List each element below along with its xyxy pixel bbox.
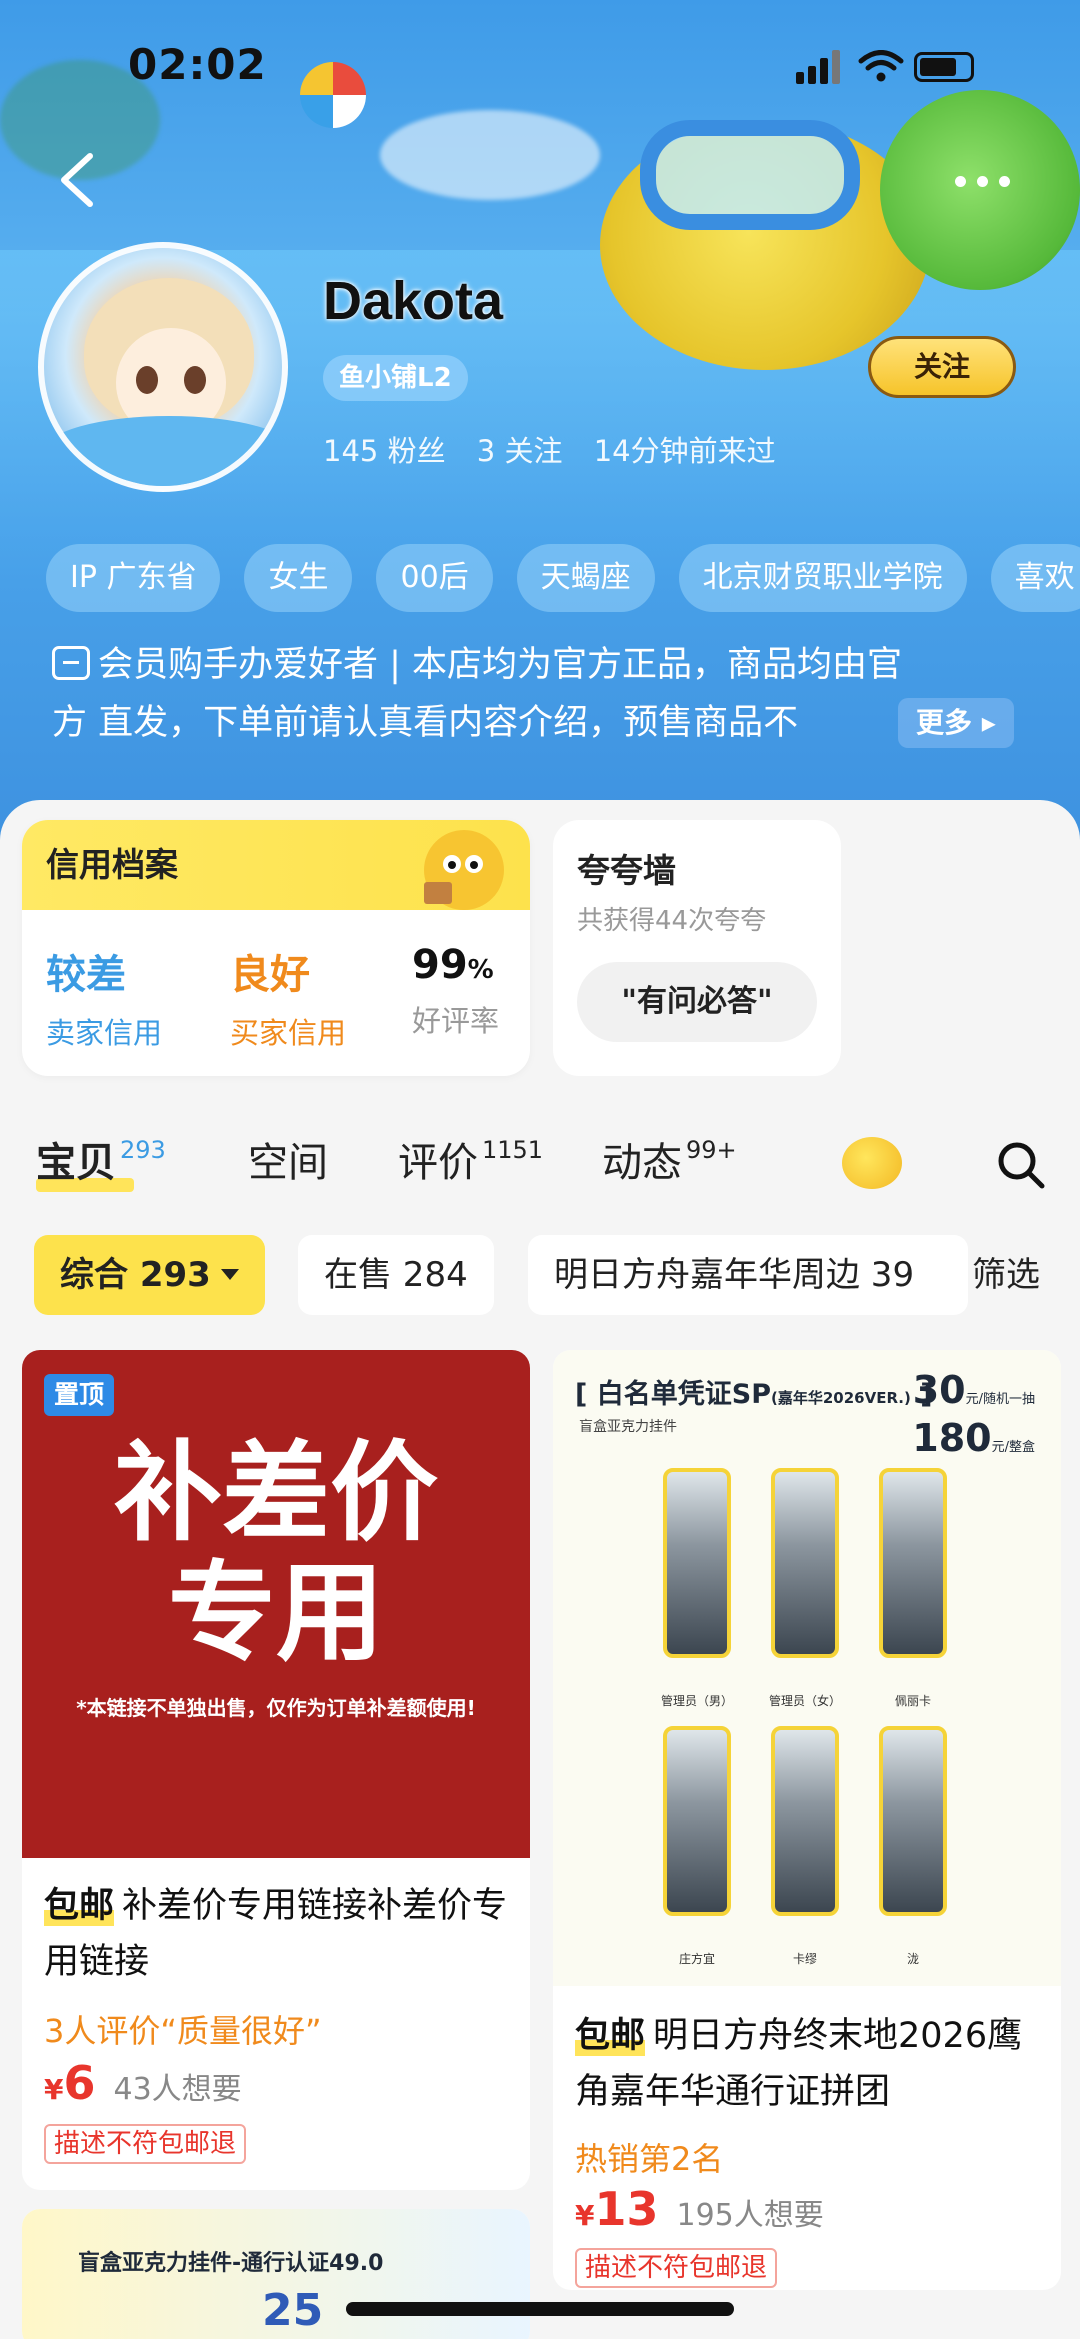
wifi-icon [858,50,904,82]
banner-title: 盲盒亚克力挂件-通行认证49.0 [78,2251,384,2276]
bio-more-button[interactable]: 更多 ▸ [898,698,1014,748]
shop-icon [52,646,90,680]
image-text: 专用 [167,1551,384,1676]
profile-tags: IP 广东省 女生 00后 天蝎座 北京财贸职业学院 喜欢 [46,544,1080,612]
seller-level-badge[interactable]: 鱼小铺L2 [323,355,468,401]
mascot-icon[interactable] [842,1137,902,1189]
product-image[interactable]: 盲盒亚克力挂件-通行认证49.0 25 [22,2209,530,2339]
buyer-credit: 良好 买家信用 [230,952,347,1050]
home-indicator[interactable] [346,2302,734,2316]
acrylic-charm-image [771,1468,839,1658]
praise-tag[interactable]: "有问必答" [577,962,817,1042]
seller-credit: 较差 卖家信用 [46,952,163,1050]
status-icons [796,48,981,84]
chevron-down-icon [220,1269,239,1280]
product-title[interactable]: 包邮 明日方舟终末地2026鹰角嘉年华通行证拼团 [575,2008,1045,2120]
charm-label: 管理员（男） [660,1694,733,1708]
cloud-decoration [380,110,600,200]
tag-zodiac: 天蝎座 [516,544,655,612]
follow-button[interactable]: 关注 [868,336,1016,398]
tag-likes: 喜欢 [990,544,1080,612]
product-card[interactable]: [ 白名单凭证SP(嘉年华2026VER.) ] 盲盒亚克力挂件 30元/随机一… [553,1350,1061,2290]
poster-subtitle: 盲盒亚克力挂件 [579,1419,677,1435]
acrylic-charm-image [663,1726,731,1916]
goggles-decoration [640,120,860,230]
bio-line-1: 会员购手办爱好者 | 本店均为官方正品，商品均由官 [98,645,903,685]
signal-icon [796,72,804,84]
tag-gender: 女生 [244,544,353,612]
tab-items[interactable]: 宝贝 293 [36,1130,166,1192]
charm-label: 佩丽卡 [894,1694,931,1708]
bio: 会员购手办爱好者 | 本店均为官方正品，商品均由官 方 直发，下单前请认真看内容… [52,636,1032,752]
filter-sort-chip[interactable]: 综合 293 [34,1235,265,1315]
battery-icon [914,52,974,82]
charm-label: 庄方宜 [678,1952,715,1966]
poster-price: 30元/随机一抽 [912,1368,1035,1412]
acrylic-charm-image [771,1726,839,1916]
last-seen: 14分钟前来过 [593,434,776,468]
praise-wall-card[interactable]: 夸夸墙 共获得44次夸夸 "有问必答" [553,820,841,1076]
image-text: 补差价 [113,1431,438,1556]
return-policy-tag: 描述不符包邮退 [44,2124,247,2164]
praise-title: 夸夸墙 [577,851,676,890]
image-note: *本链接不单独出售，仅作为订单补差额使用! [76,1696,476,1720]
tab-space[interactable]: 空间 [248,1130,328,1188]
filter-category-chip[interactable]: 明日方舟嘉年华周边 39 [528,1235,968,1315]
price: 6 [63,2056,96,2110]
tag-age: 00后 [376,544,493,612]
back-arrow-icon[interactable] [50,150,106,210]
tab-activity[interactable]: 动态 99+ [602,1130,737,1188]
bio-line-2: 方 直发，下单前请认真看内容介绍，预售商品不 [52,703,799,743]
tab-reviews[interactable]: 评价 1151 [398,1130,543,1188]
rating-rate: 99% 好评率 [412,942,500,1038]
review-highlight: 3人评价“质量很好” [44,2012,322,2050]
signal-icon [808,66,816,84]
charm-label: 卡缪 [792,1952,817,1966]
poster-title: [ 白名单凭证SP(嘉年华2026VER.) ] [575,1379,933,1410]
beach-ball-decoration [300,62,366,128]
product-card[interactable]: 盲盒亚克力挂件-通行认证49.0 25 [22,2209,530,2339]
charm-label: 泷 [906,1952,919,1966]
pinned-badge: 置顶 [44,1374,115,1416]
acrylic-charm-image [879,1726,947,1916]
product-card[interactable]: 置顶 补差价 专用 *本链接不单独出售，仅作为订单补差额使用! 包邮 补差价专用链… [22,1350,530,2190]
tag-school: 北京财贸职业学院 [678,544,967,612]
free-shipping-tag: 包邮 [44,1886,115,1926]
product-image[interactable]: 置顶 补差价 专用 *本链接不单独出售，仅作为订单补差额使用! [22,1350,530,1858]
filter-on-sale-chip[interactable]: 在售 284 [298,1235,494,1315]
filter-bar: 综合 293 在售 284 明日方舟嘉年华周边 39 [34,1235,1080,1315]
want-count: 43人想要 [113,2072,242,2107]
want-count: 195人想要 [676,2198,824,2233]
ranking-highlight: 热销第2名 [575,2140,724,2178]
avatar[interactable] [38,242,288,492]
charm-label: 管理员（女） [768,1694,841,1708]
price-row: ¥13 195人想要 [575,2182,824,2236]
free-shipping-tag: 包邮 [575,2016,646,2056]
acrylic-charm-image [663,1468,731,1658]
signal-icon [820,58,828,84]
price: 13 [594,2182,659,2236]
fans-count[interactable]: 145 粉丝 [323,434,446,468]
signal-icon [832,50,840,84]
username: Dakota [323,271,504,331]
banner-price: 25 [262,2285,324,2336]
price-row: ¥6 43人想要 [44,2056,242,2110]
product-title[interactable]: 包邮 补差价专用链接补差价专用链接 [44,1878,514,1990]
filter-button[interactable]: 筛选 [972,1235,1040,1315]
chick-mascot-icon [424,830,504,910]
profile-stats: 145 粉丝 3 关注 14分钟前来过 [323,428,798,470]
tag-location: IP 广东省 [46,544,221,612]
acrylic-charm-image [879,1468,947,1658]
return-policy-tag: 描述不符包邮退 [575,2248,778,2288]
following-count[interactable]: 3 关注 [477,434,563,468]
praise-count: 共获得44次夸夸 [577,906,767,936]
credit-card[interactable]: 信用档案 较差 卖家信用 良好 买家信用 99% 好评率 [22,820,530,1076]
status-time: 02:02 [128,40,267,89]
product-image[interactable]: [ 白名单凭证SP(嘉年华2026VER.) ] 盲盒亚克力挂件 30元/随机一… [553,1350,1061,1986]
search-icon[interactable] [996,1140,1046,1190]
poster-price: 180元/整盒 [912,1416,1035,1460]
more-options-icon[interactable] [955,168,1015,192]
